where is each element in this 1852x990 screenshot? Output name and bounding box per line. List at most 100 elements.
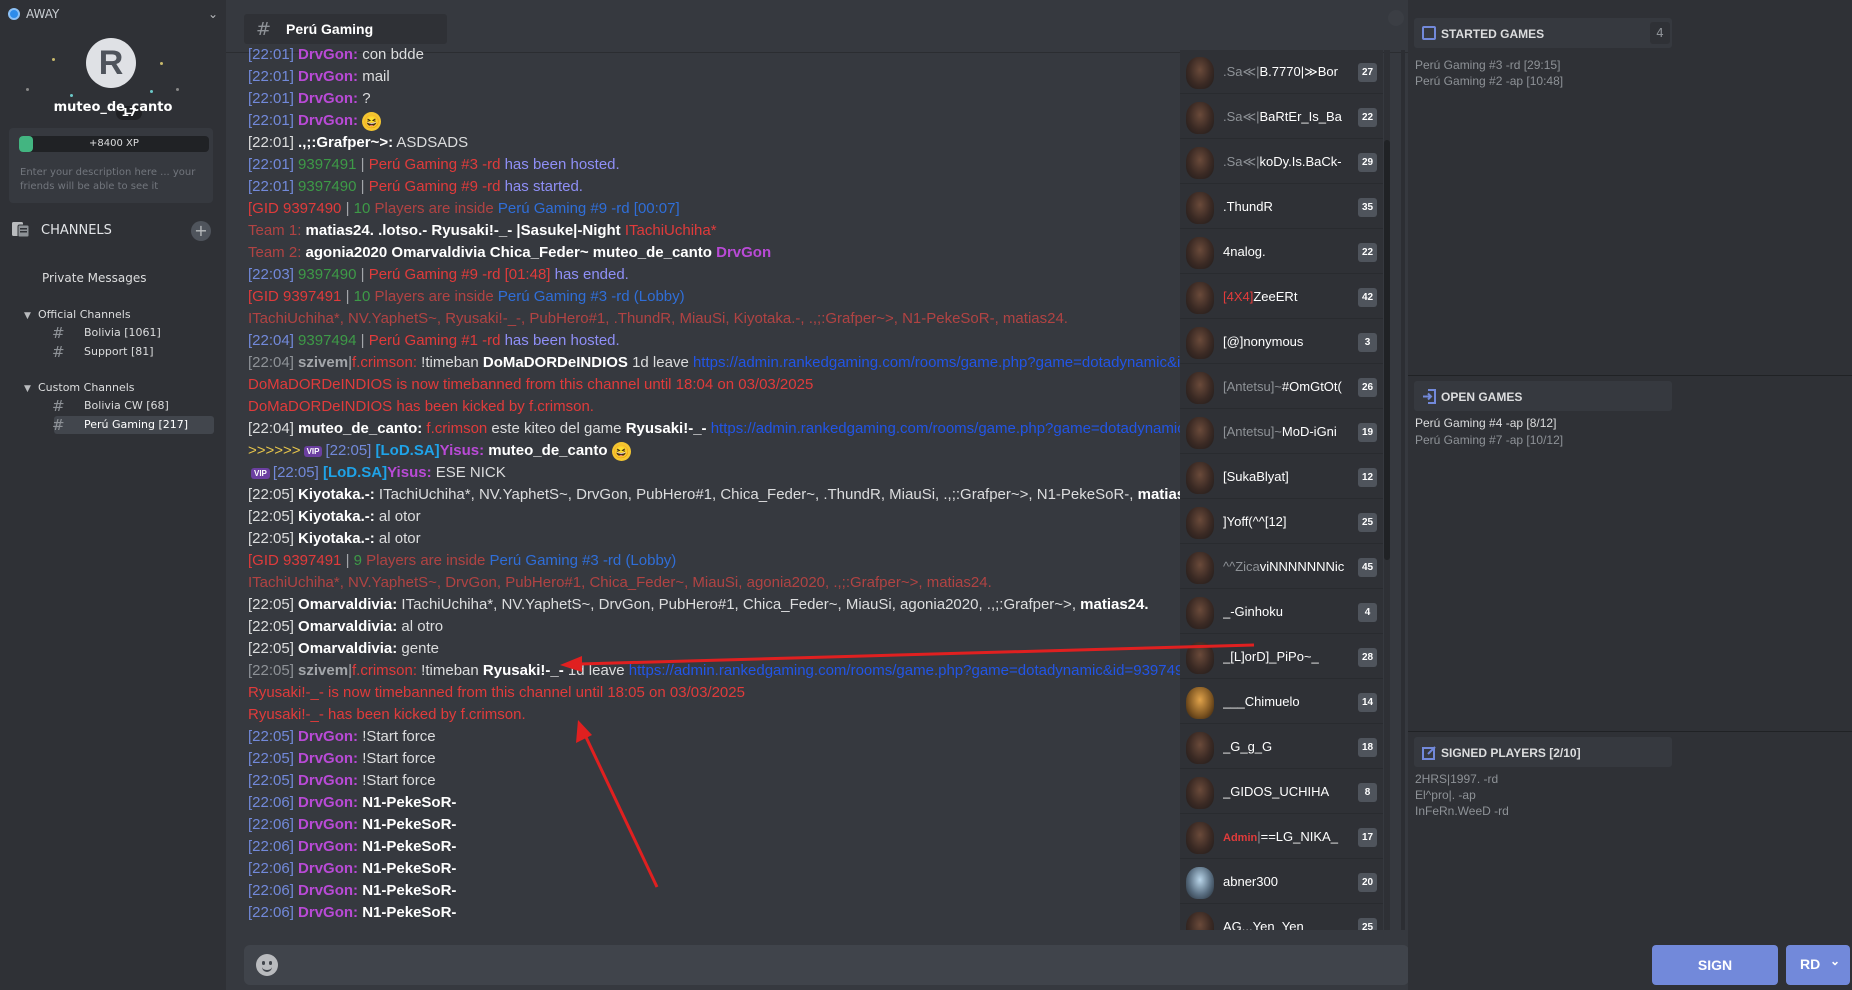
message-segment: [22:01]: [248, 134, 299, 151]
message-segment: 9397491: [298, 156, 357, 173]
chat-message: [22:04] 9397494 | Perú Gaming #1 -rd has…: [248, 330, 620, 352]
member-row[interactable]: [SukaBlyat] 12: [1180, 455, 1383, 499]
member-name: AG...Yen_Yen: [1223, 919, 1304, 930]
open-game-item[interactable]: Perú Gaming #7 -ap [10/12]: [1415, 433, 1563, 447]
member-row[interactable]: [4X4]ZeeERt 42: [1180, 275, 1383, 319]
sign-button[interactable]: SIGN: [1652, 945, 1778, 985]
member-scrollbar-thumb[interactable]: [1384, 140, 1390, 560]
message-segment: [22:05]: [248, 508, 299, 525]
member-row[interactable]: abner300 20: [1180, 860, 1383, 904]
member-row[interactable]: Admin|==LG_NIKA_ 17: [1180, 815, 1383, 859]
message-segment: al otro: [397, 618, 444, 635]
member-row[interactable]: 4nalog. 22: [1180, 230, 1383, 274]
avatar[interactable]: R: [86, 38, 136, 88]
member-row[interactable]: [Antetsu]~#OmGtOt(26: [1180, 365, 1383, 409]
chevron-down-icon: ⌄: [207, 7, 218, 21]
member-row[interactable]: .ThundR 35: [1180, 185, 1383, 229]
message-segment: [22:05]: [248, 750, 299, 767]
member-row[interactable]: ___Chimuelo 14: [1180, 680, 1383, 724]
channel-item[interactable]: # Bolivia CW [68]: [52, 397, 214, 415]
message-segment: 9: [353, 552, 362, 569]
member-name: _[L]orD]_PiPo~_: [1223, 649, 1319, 664]
emoji-icon[interactable]: [256, 954, 278, 976]
group-custom-channels[interactable]: ▼ Custom Channels: [24, 381, 135, 394]
message-segment: [22:04]: [248, 420, 299, 437]
channel-item[interactable]: # Bolivia [1061]: [52, 324, 214, 342]
member-avatar: [1186, 507, 1214, 539]
member-row[interactable]: .Sa≪|B.7770|≫Bor 27: [1180, 50, 1383, 94]
message-segment: ITachiUchiha*, NV.YaphetS~, Ryusaki!-_-,…: [248, 310, 1068, 327]
member-avatar: [1186, 642, 1214, 674]
member-level-badge: 25: [1358, 918, 1377, 930]
member-name: [SukaBlyat]: [1223, 469, 1289, 484]
member-level-badge: 4: [1358, 603, 1377, 622]
chat-message: Ryusaki!-_- is now timebanned from this …: [248, 682, 745, 704]
member-row[interactable]: _-Ginhoku 4: [1180, 590, 1383, 634]
started-games-header: STARTED GAMES 4: [1414, 18, 1672, 48]
message-segment: 10: [353, 200, 371, 217]
description-input[interactable]: Enter your description here ... your fri…: [20, 166, 205, 194]
message-segment: f.crimson: [422, 420, 488, 437]
xp-label: +8400 XP: [89, 138, 139, 149]
member-row[interactable]: AG...Yen_Yen 25: [1180, 905, 1383, 930]
chat-message: Team 2: agonia2020 Omarvaldivia Chica_Fe…: [248, 242, 771, 264]
app-window: AWAY ⌄ R 17 muteo_de_canto +8400 XP Ente…: [0, 0, 1852, 990]
chat-message: Team 1: matias24. .lotso.- Ryusaki!-_- |…: [248, 220, 717, 242]
chat-message: DoMaDORDeINDIOS has been kicked by f.cri…: [248, 396, 594, 418]
member-level-badge: 29: [1358, 153, 1377, 172]
member-row[interactable]: [@]nonymous 3: [1180, 320, 1383, 364]
open-game-item[interactable]: Perú Gaming #4 -ap [8/12]: [1415, 416, 1556, 430]
message-segment: [22:03]: [248, 266, 299, 283]
member-row[interactable]: ^^ZicaviNNNNNNNic 45: [1180, 545, 1383, 589]
member-row[interactable]: _G_g_G 18: [1180, 725, 1383, 769]
group-official-channels[interactable]: ▼ Official Channels: [24, 308, 131, 321]
message-segment: DrvGon:: [298, 816, 359, 833]
member-row[interactable]: ]Yoff(^^[12] 25: [1180, 500, 1383, 544]
member-level-badge: 22: [1358, 243, 1377, 262]
member-row[interactable]: _[L]orD]_PiPo~_ 28: [1180, 635, 1383, 679]
message-segment: matias24.: [1080, 596, 1149, 613]
started-game-item[interactable]: Perú Gaming #3 -rd [29:15]: [1415, 58, 1560, 72]
member-row[interactable]: _GIDOS_UCHIHA 8: [1180, 770, 1383, 814]
chat-message: [22:01] DrvGon: mail: [248, 66, 390, 88]
channels-list-icon: [12, 222, 30, 238]
mode-select[interactable]: RD ⌄: [1786, 945, 1850, 985]
chat-message: [22:03] 9397490 | Perú Gaming #9 -rd [01…: [248, 264, 629, 286]
started-game-item[interactable]: Perú Gaming #2 -ap [10:48]: [1415, 74, 1563, 88]
add-channel-button[interactable]: +: [191, 221, 211, 241]
member-row[interactable]: [Antetsu]~MoD-iGni 19: [1180, 410, 1383, 454]
message-segment: Perú Gaming #3 -rd: [368, 156, 501, 173]
channel-item-active[interactable]: # Perú Gaming [217]: [52, 416, 214, 434]
message-segment: [22:06]: [248, 838, 299, 855]
member-list[interactable]: .Sa≪|B.7770|≫Bor 27 .Sa≪|BaRtEr_Is_Ba 22 .Sa…: [1180, 50, 1383, 930]
member-avatar: [1186, 282, 1214, 314]
message-segment: muteo_de_canto: [484, 442, 612, 459]
member-row[interactable]: .Sa≪|BaRtEr_Is_Ba 22: [1180, 95, 1383, 139]
message-segment: DrvGon:: [298, 750, 359, 767]
message-segment: Perú Gaming #1 -rd: [368, 332, 501, 349]
message-segment: [22:06]: [248, 904, 299, 921]
channel-item[interactable]: # Support [81]: [52, 343, 214, 361]
message-link[interactable]: https://admin.rankedgaming.com/rooms/gam…: [629, 662, 1192, 679]
message-segment: [22:01]: [248, 156, 299, 173]
member-avatar: [1186, 822, 1214, 854]
message-segment: [GID 9397490: [248, 200, 342, 217]
member-avatar: [1186, 552, 1214, 584]
chat-message: [22:05] Kiyotaka.-: ITachiUchiha*, NV.Ya…: [248, 484, 1206, 506]
member-level-badge: 35: [1358, 198, 1377, 217]
message-input[interactable]: [244, 945, 1409, 985]
message-link[interactable]: https://admin.rankedgaming.com/rooms/gam…: [693, 354, 1256, 371]
message-segment: ASDSADS: [393, 134, 469, 151]
message-segment: este kiteo del game: [487, 420, 626, 437]
member-name: 4nalog.: [1223, 244, 1266, 259]
member-level-badge: 18: [1358, 738, 1377, 757]
chat-message: [22:01] DrvGon: ?: [248, 88, 371, 110]
message-segment: 9397490: [298, 178, 357, 195]
signed-players-header: SIGNED PLAYERS [2/10]: [1414, 737, 1672, 767]
message-segment: VIP: [303, 445, 323, 457]
member-row[interactable]: .Sa≪|koDy.Is.BaCk- 29: [1180, 140, 1383, 184]
private-messages-link[interactable]: Private Messages: [42, 271, 147, 285]
status-selector[interactable]: AWAY ⌄: [0, 0, 226, 28]
message-segment: |: [341, 200, 354, 217]
channels-title: CHANNELS: [41, 223, 112, 238]
